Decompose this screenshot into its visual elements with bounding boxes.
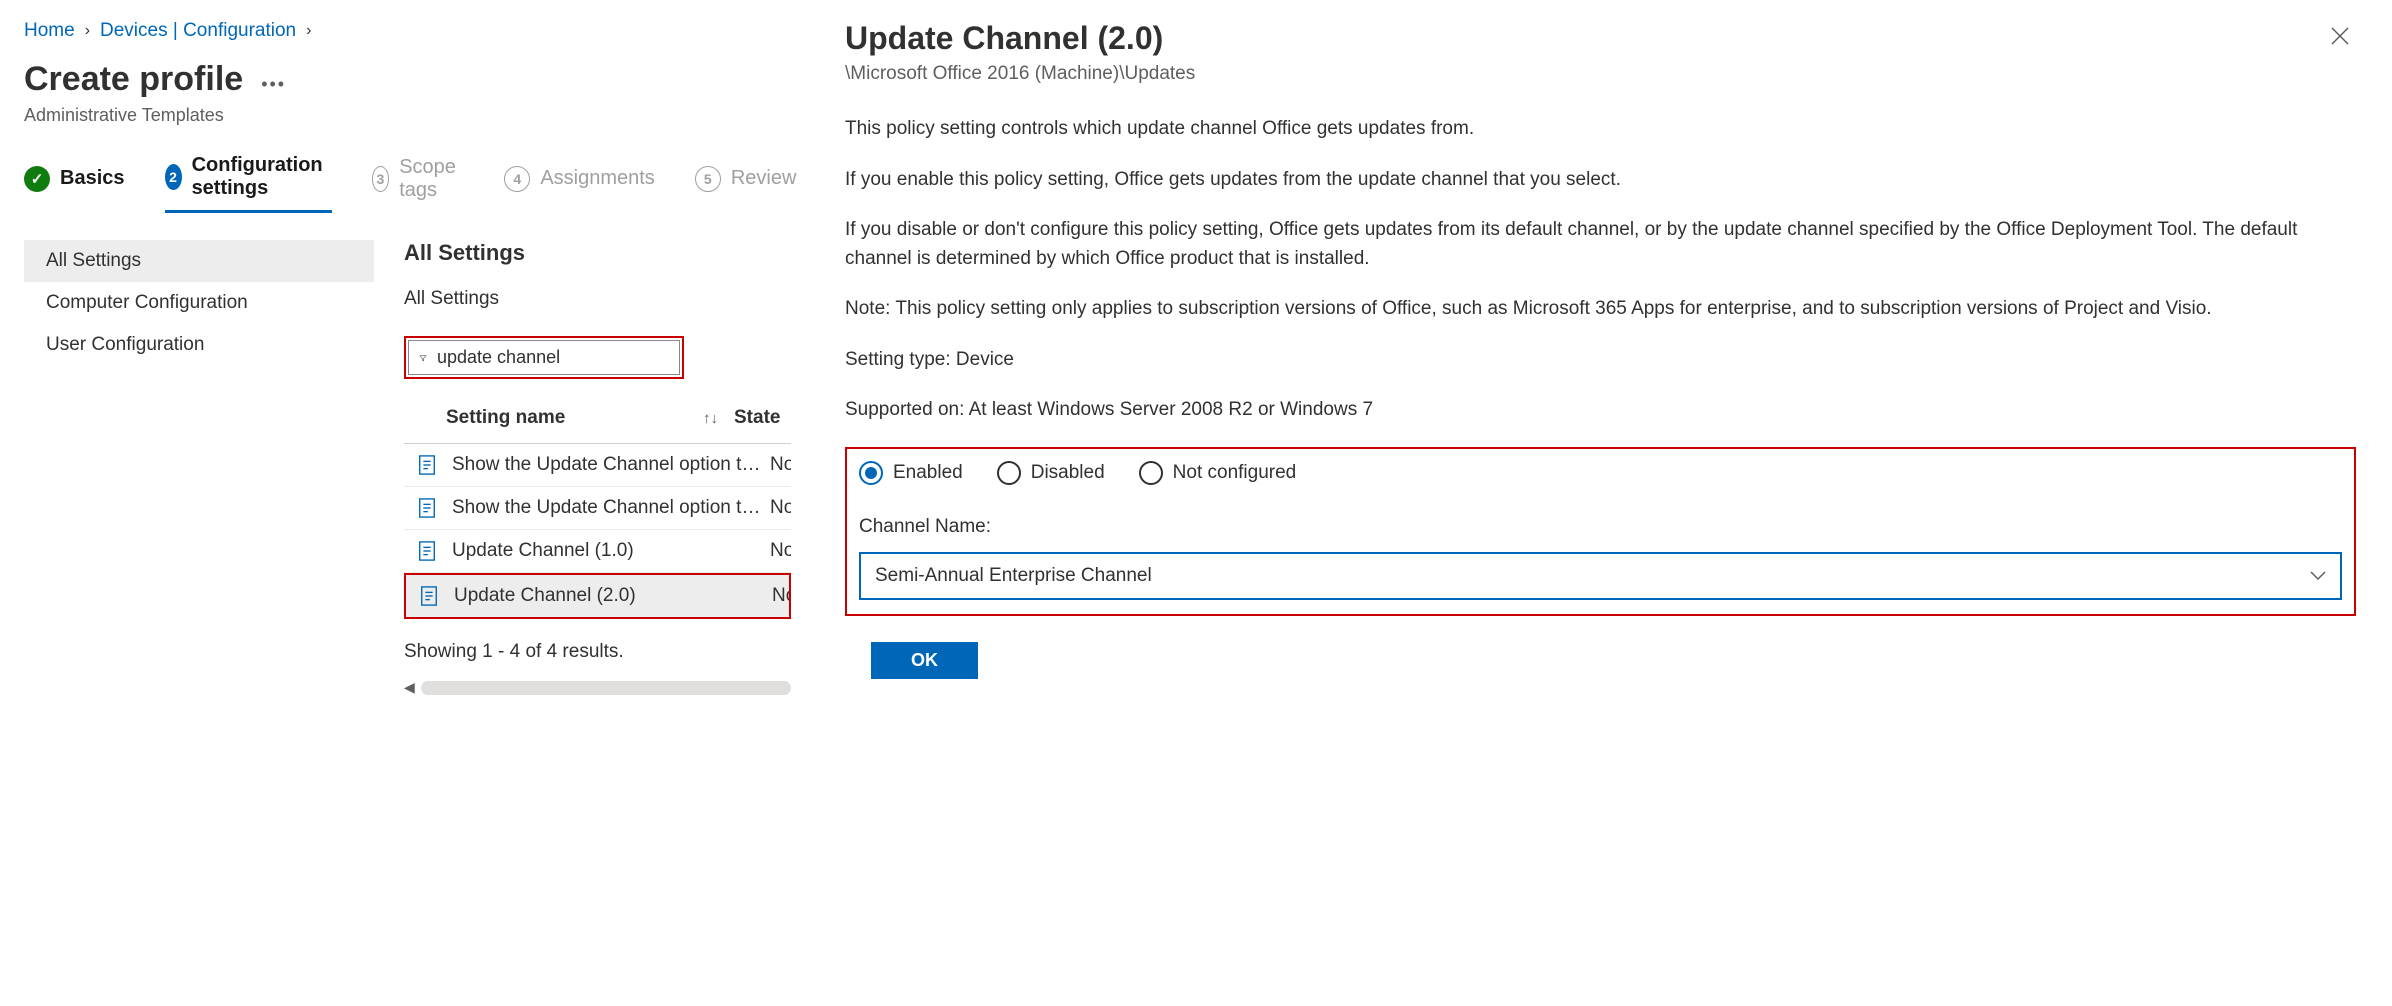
row-state: Not c	[770, 454, 791, 476]
panel-title: Update Channel (2.0)	[845, 20, 1195, 57]
radio-icon	[1139, 461, 1163, 485]
chevron-right-icon: ›	[306, 22, 311, 40]
step-review[interactable]: 5 Review	[695, 166, 797, 202]
panel-description: If you enable this policy setting, Offic…	[845, 166, 2356, 195]
column-label: Setting name	[446, 407, 565, 429]
step-label: Basics	[60, 167, 125, 190]
check-icon: ✓	[24, 166, 50, 192]
row-name: Update Channel (2.0)	[454, 585, 772, 607]
chevron-right-icon: ›	[85, 22, 90, 40]
sidenav-user-configuration[interactable]: User Configuration	[24, 324, 374, 366]
search-box[interactable]	[408, 340, 680, 375]
radio-icon	[859, 461, 883, 485]
radio-highlight-box: Enabled Disabled Not configured Channel …	[845, 447, 2356, 617]
scroll-left-icon[interactable]: ◀	[404, 679, 415, 696]
step-basics[interactable]: ✓ Basics	[24, 166, 125, 202]
row-highlight-box: Update Channel (2.0) Not c	[404, 573, 791, 619]
table-row[interactable]: Update Channel (2.0) Not c	[406, 575, 789, 617]
document-icon	[420, 586, 438, 606]
supported-on: Supported on: At least Windows Server 20…	[845, 396, 2356, 425]
step-configuration-settings[interactable]: 2 Configuration settings	[165, 154, 332, 213]
row-name: Show the Update Channel option to allo…	[452, 497, 770, 519]
channel-name-select[interactable]: Semi-Annual Enterprise Channel	[859, 552, 2342, 601]
detail-panel: Update Channel (2.0) \Microsoft Office 2…	[815, 0, 2392, 1006]
radio-label: Disabled	[1031, 459, 1105, 488]
document-icon	[418, 498, 436, 518]
row-name: Show the Update Channel option to allo…	[452, 454, 770, 476]
step-label: Configuration settings	[192, 154, 332, 200]
document-icon	[418, 541, 436, 561]
sidenav-computer-configuration[interactable]: Computer Configuration	[24, 282, 374, 324]
ok-button[interactable]: OK	[871, 642, 978, 679]
radio-not-configured[interactable]: Not configured	[1139, 459, 1297, 488]
step-label: Review	[731, 167, 797, 190]
table-row[interactable]: Update Channel (1.0) Not c	[404, 530, 791, 573]
content-row: All Settings Computer Configuration User…	[24, 240, 791, 696]
filter-icon	[419, 349, 427, 367]
step-number-icon: 5	[695, 166, 721, 192]
settings-sidenav: All Settings Computer Configuration User…	[24, 240, 374, 696]
sidenav-all-settings[interactable]: All Settings	[24, 240, 374, 282]
column-state[interactable]: State	[734, 407, 780, 429]
panel-description: Note: This policy setting only applies t…	[845, 295, 2356, 324]
channel-name-label: Channel Name:	[859, 513, 2342, 542]
row-state: Not c	[770, 497, 791, 519]
chevron-down-icon	[2310, 571, 2326, 581]
search-input[interactable]	[437, 347, 669, 368]
page-subtitle: Administrative Templates	[24, 105, 791, 126]
panel-description: This policy setting controls which updat…	[845, 115, 2356, 144]
horizontal-scrollbar[interactable]: ◀	[404, 679, 791, 696]
column-setting-name[interactable]: Setting name ↑↓	[404, 407, 734, 429]
settings-subheading: All Settings	[404, 288, 791, 310]
settings-heading: All Settings	[404, 240, 791, 266]
step-assignments[interactable]: 4 Assignments	[504, 166, 655, 202]
row-state: Not c	[770, 540, 791, 562]
table-row[interactable]: Show the Update Channel option to allo… …	[404, 487, 791, 530]
panel-description: If you disable or don't configure this p…	[845, 216, 2356, 273]
radio-label: Not configured	[1173, 459, 1297, 488]
scroll-track[interactable]	[421, 681, 791, 695]
page-title: Create profile	[24, 60, 243, 99]
radio-label: Enabled	[893, 459, 963, 488]
more-button[interactable]: •••	[261, 74, 286, 95]
close-icon	[2330, 26, 2350, 46]
document-icon	[418, 455, 436, 475]
row-state: Not c	[772, 585, 789, 607]
breadcrumb: Home › Devices | Configuration ›	[24, 20, 791, 42]
step-number-icon: 4	[504, 166, 530, 192]
settings-main: All Settings All Settings Setting name ↑…	[404, 240, 791, 696]
sort-icon[interactable]: ↑↓	[703, 410, 718, 427]
step-label: Scope tags	[399, 156, 464, 202]
select-value: Semi-Annual Enterprise Channel	[875, 562, 1152, 591]
breadcrumb-home[interactable]: Home	[24, 20, 75, 42]
left-pane: Home › Devices | Configuration › Create …	[0, 0, 815, 1006]
setting-type: Setting type: Device	[845, 346, 2356, 375]
wizard-stepper: ✓ Basics 2 Configuration settings 3 Scop…	[24, 154, 791, 214]
step-label: Assignments	[540, 167, 655, 190]
table-header: Setting name ↑↓ State	[404, 389, 791, 444]
step-scope-tags[interactable]: 3 Scope tags	[372, 156, 465, 212]
radio-disabled[interactable]: Disabled	[997, 459, 1105, 488]
search-highlight-box	[404, 336, 684, 379]
results-count: Showing 1 - 4 of 4 results.	[404, 641, 791, 663]
radio-enabled[interactable]: Enabled	[859, 459, 963, 488]
panel-body: This policy setting controls which updat…	[845, 115, 2356, 679]
table-row[interactable]: Show the Update Channel option to allo… …	[404, 444, 791, 487]
panel-path: \Microsoft Office 2016 (Machine)\Updates	[845, 63, 1195, 85]
state-radio-group: Enabled Disabled Not configured	[859, 459, 2342, 488]
panel-header: Update Channel (2.0) \Microsoft Office 2…	[845, 20, 2356, 115]
row-name: Update Channel (1.0)	[452, 540, 770, 562]
radio-icon	[997, 461, 1021, 485]
breadcrumb-devices-config[interactable]: Devices | Configuration	[100, 20, 296, 42]
close-button[interactable]	[2324, 20, 2356, 58]
page-title-row: Create profile •••	[24, 60, 791, 99]
step-number-icon: 2	[165, 164, 182, 190]
step-number-icon: 3	[372, 166, 390, 192]
